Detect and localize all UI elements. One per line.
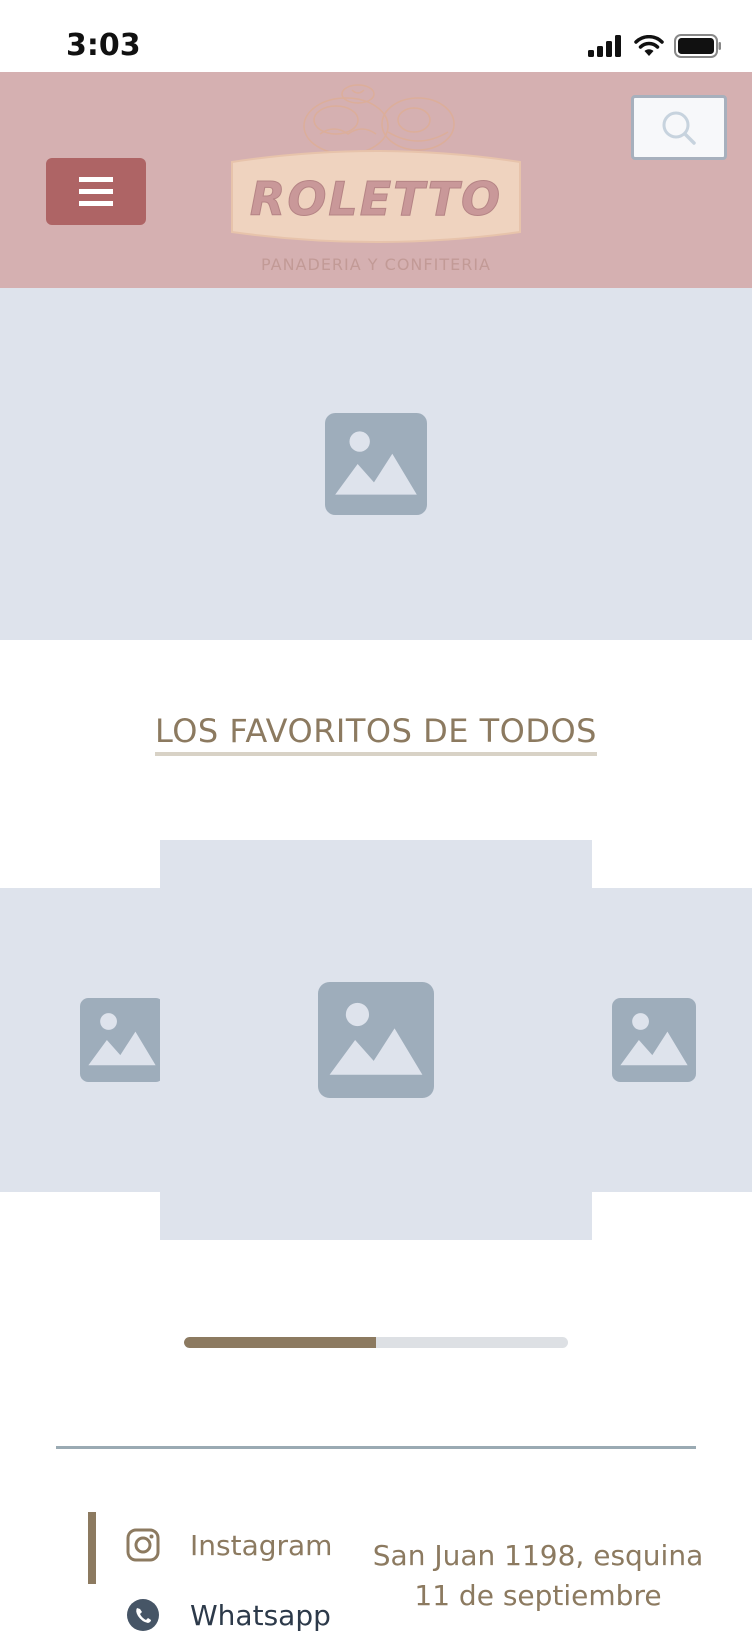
whatsapp-icon	[127, 1599, 159, 1631]
carousel-slide-current[interactable]	[160, 840, 592, 1240]
address-line-1: San Juan 1198, esquina	[372, 1539, 704, 1572]
footer-divider	[56, 1446, 696, 1449]
search-icon	[662, 111, 696, 145]
slide-image	[80, 998, 164, 1082]
status-bar: 3:03	[0, 0, 752, 72]
whatsapp-label: Whatsapp	[190, 1598, 331, 1632]
instagram-label: Instagram	[190, 1528, 333, 1562]
brand-logo[interactable]: ROLETTO PANADERIA Y CONFITERIA	[228, 82, 524, 282]
wifi-icon	[634, 35, 664, 56]
bread-illustration	[303, 84, 455, 155]
battery-icon	[674, 34, 721, 58]
status-time: 3:03	[66, 28, 141, 63]
status-icons	[588, 34, 722, 58]
image-placeholder-icon	[80, 998, 164, 1082]
carousel-progress[interactable]	[184, 1337, 568, 1348]
slide-image	[612, 998, 696, 1082]
social-accent-bar	[88, 1512, 96, 1584]
favorites-title: LOS FAVORITOS DE TODOS	[155, 712, 597, 756]
hamburger-icon	[79, 176, 113, 206]
hero-banner	[0, 288, 752, 640]
slide-image	[318, 982, 434, 1098]
menu-button[interactable]	[46, 158, 146, 225]
instagram-link[interactable]: Instagram	[126, 1528, 332, 1562]
image-placeholder-icon	[612, 998, 696, 1082]
image-placeholder-icon	[325, 413, 427, 515]
instagram-icon	[126, 1528, 160, 1562]
brand-tagline: PANADERIA Y CONFITERIA	[261, 255, 491, 274]
signal-icon	[588, 35, 621, 57]
address-line-2: 11 de septiembre	[414, 1579, 662, 1612]
image-placeholder-icon	[318, 982, 434, 1098]
carousel-slide-next[interactable]	[592, 888, 752, 1192]
carousel-progress-fill	[184, 1337, 376, 1348]
favorites-heading: LOS FAVORITOS DE TODOS	[0, 712, 752, 756]
search-button[interactable]	[631, 95, 727, 160]
store-address: San Juan 1198, esquina 11 de septiembre	[370, 1536, 706, 1616]
carousel-slide-prev[interactable]	[0, 888, 164, 1192]
brand-name: ROLETTO	[250, 172, 502, 226]
whatsapp-link[interactable]: Whatsapp	[126, 1598, 331, 1632]
hero-image	[325, 413, 427, 515]
